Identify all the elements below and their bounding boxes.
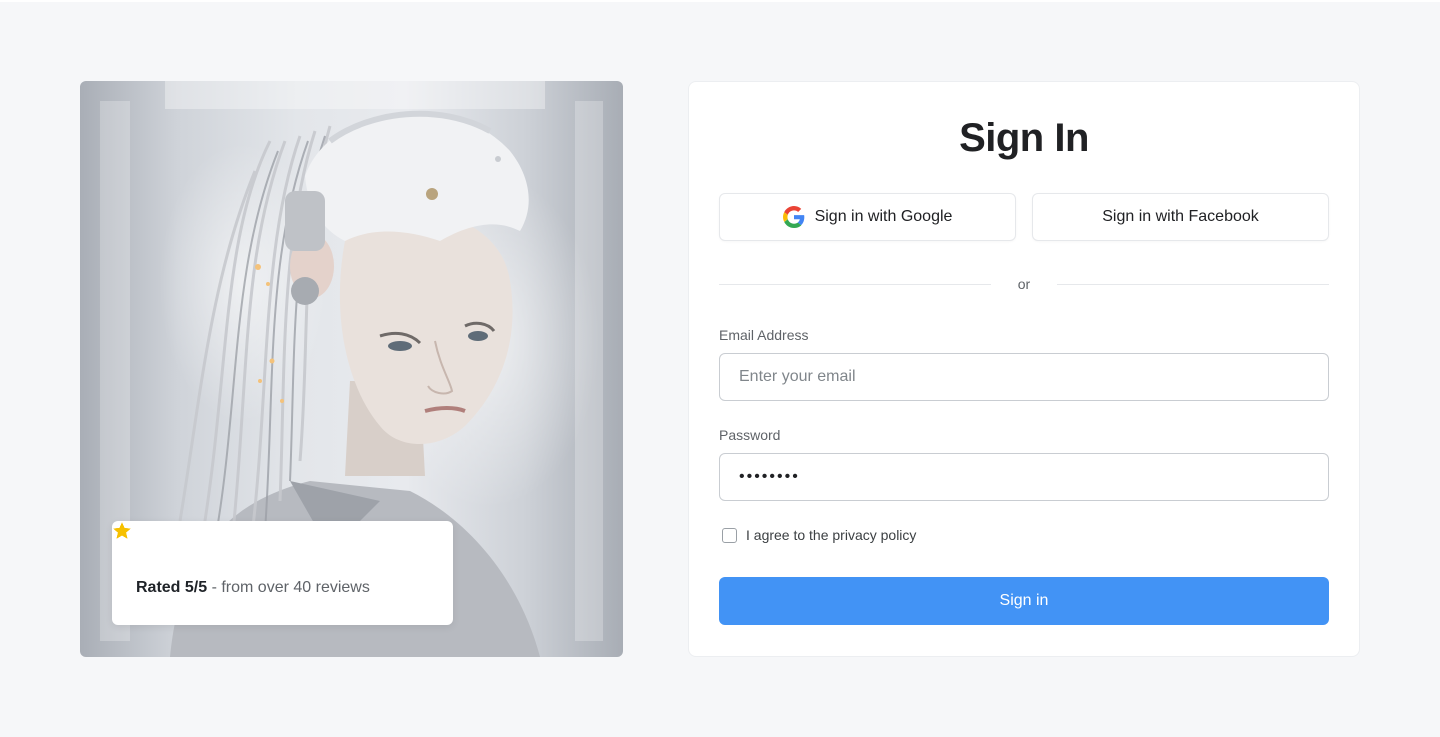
google-signin-button[interactable]: Sign in with Google	[719, 193, 1016, 241]
privacy-checkbox[interactable]	[722, 527, 737, 543]
hero-image: Rated 5/5 - from over 40 reviews	[80, 81, 623, 657]
google-button-label: Sign in with Google	[814, 208, 953, 225]
password-field[interactable]	[719, 453, 1329, 501]
rating-score: Rated 5/5	[136, 579, 208, 596]
top-border	[0, 0, 1440, 2]
email-label: Email Address	[719, 327, 809, 343]
star-icon	[113, 522, 131, 539]
facebook-signin-button[interactable]: Sign in with Facebook	[1032, 193, 1329, 241]
or-divider: or	[719, 276, 1329, 292]
facebook-button-label: Sign in with Facebook	[1102, 208, 1259, 225]
signin-card: Sign In Sign in with Google Sign in with…	[688, 81, 1360, 657]
privacy-agreement[interactable]: I agree to the privacy policy	[722, 527, 916, 543]
privacy-label: I agree to the privacy policy	[746, 527, 917, 543]
rating-text: Rated 5/5 - from over 40 reviews	[136, 579, 429, 597]
rating-reviews: - from over 40 reviews	[207, 579, 370, 596]
rating-card: Rated 5/5 - from over 40 reviews	[112, 521, 453, 625]
star-rating	[113, 522, 429, 569]
divider-line	[1057, 284, 1329, 285]
google-icon	[782, 206, 804, 228]
page-title: Sign In	[959, 116, 1089, 160]
signin-button[interactable]: Sign in	[719, 577, 1329, 625]
email-field[interactable]	[719, 353, 1329, 401]
password-label: Password	[719, 427, 781, 443]
